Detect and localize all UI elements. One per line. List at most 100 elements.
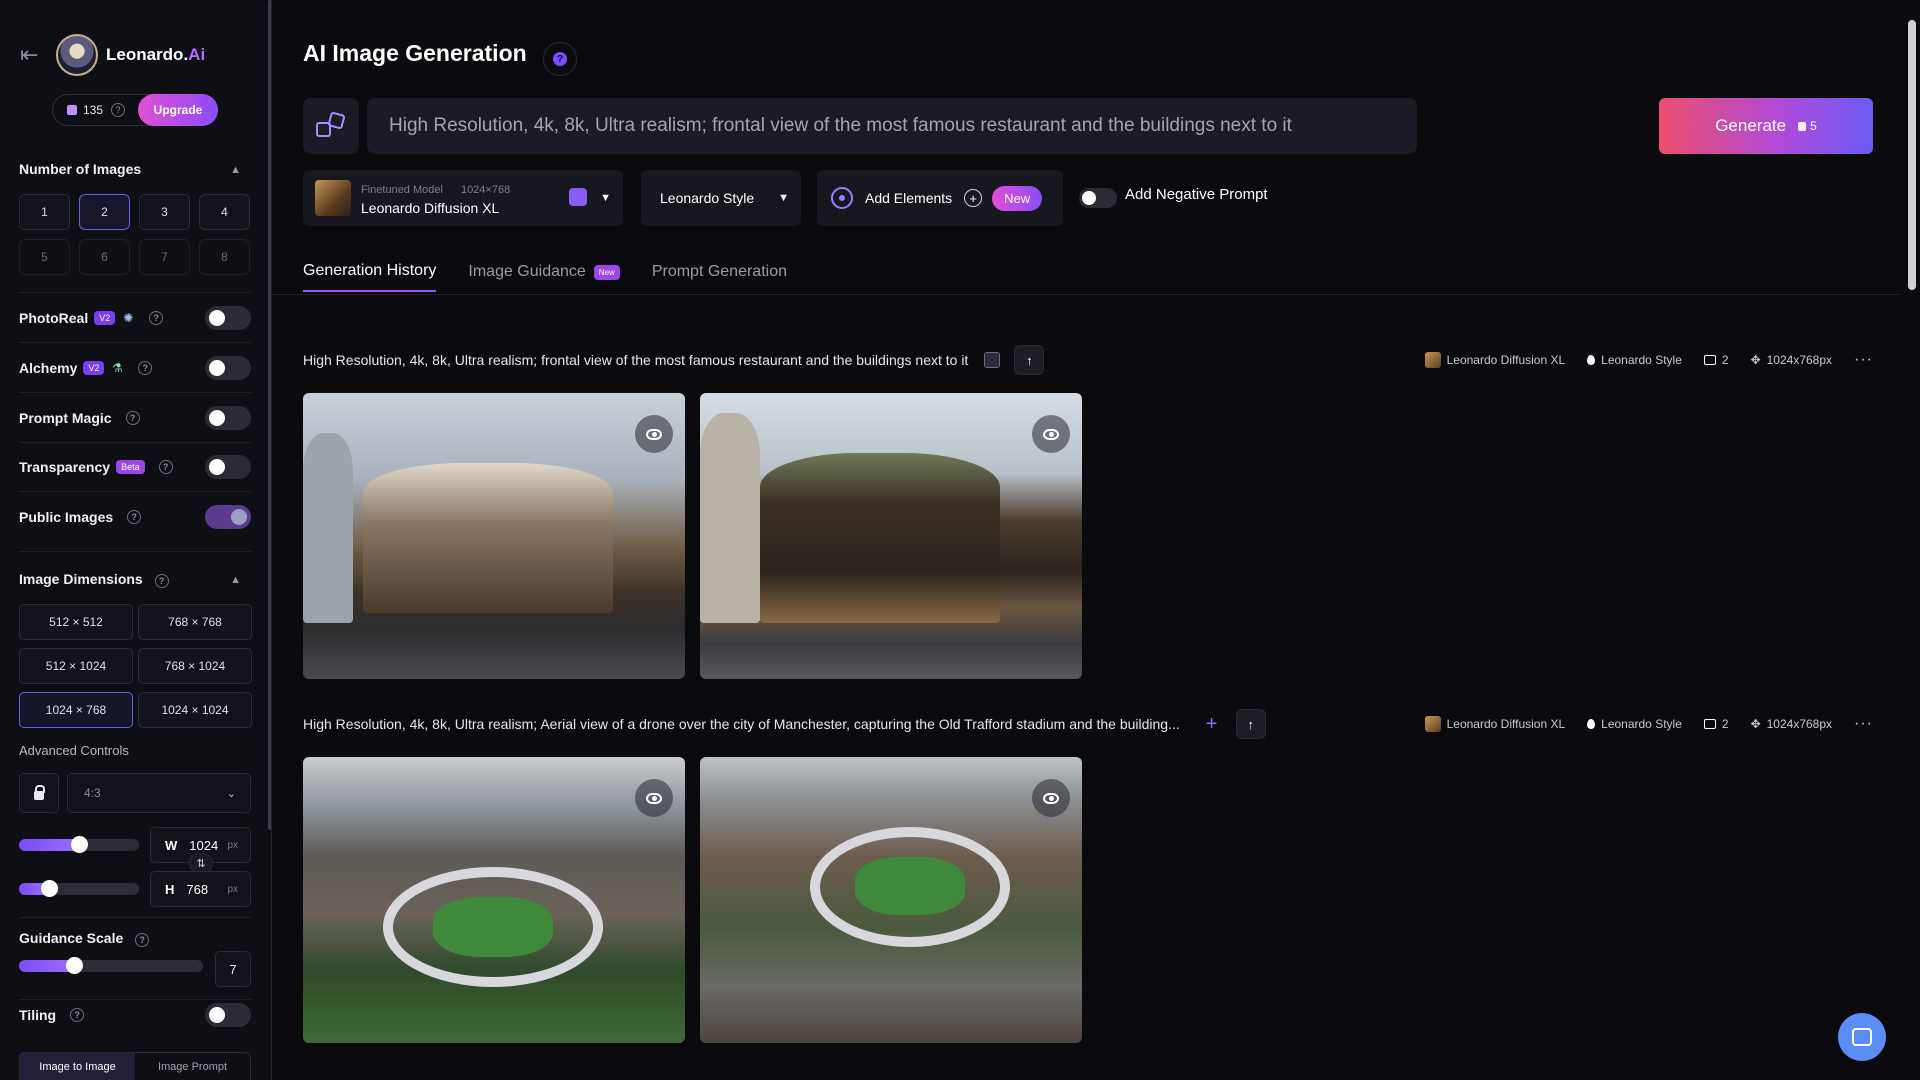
dimension-option[interactable]: 768 × 768 xyxy=(138,604,252,640)
height-slider[interactable] xyxy=(19,880,139,897)
main-tabs: Generation History Image Guidance New Pro… xyxy=(303,262,787,292)
preview-button[interactable] xyxy=(1032,415,1070,453)
chevron-up-icon[interactable]: ▲ xyxy=(230,164,241,176)
caret-down-icon: ▼ xyxy=(778,192,789,204)
dimension-option[interactable]: 512 × 1024 xyxy=(19,648,133,684)
page-title: AI Image Generation xyxy=(303,40,527,66)
generation-meta: Leonardo Diffusion XL Leonardo Style 2 ✥… xyxy=(1424,351,1873,369)
num-images-option[interactable]: 6 xyxy=(79,239,130,275)
generated-image[interactable] xyxy=(303,393,685,679)
generate-cost: 5 xyxy=(1798,119,1817,133)
alchemy-toggle[interactable] xyxy=(205,356,251,380)
prompt-input[interactable]: High Resolution, 4k, 8k, Ultra realism; … xyxy=(367,98,1417,154)
dimension-option[interactable]: 512 × 512 xyxy=(19,604,133,640)
support-chat-button[interactable] xyxy=(1838,1013,1886,1061)
more-options-icon[interactable]: ··· xyxy=(1854,715,1873,733)
help-icon[interactable]: ? xyxy=(127,510,142,524)
height-input[interactable]: H 768 px xyxy=(150,871,251,907)
plus-icon[interactable]: + xyxy=(1206,713,1222,736)
sidebar: ⇤ Leonardo.Ai 135 ? Upgrade Number of Im… xyxy=(0,0,272,1080)
photoreal-toggle[interactable] xyxy=(205,306,251,330)
dimension-option[interactable]: 1024 × 768 xyxy=(19,692,133,728)
more-options-icon[interactable]: ··· xyxy=(1854,351,1873,369)
tab-image-guidance[interactable]: Image Guidance New xyxy=(468,262,620,292)
num-images-option[interactable]: 3 xyxy=(139,194,190,230)
camera-icon: ✺ xyxy=(123,311,134,325)
restaurant-building xyxy=(363,463,613,613)
guidance-slider[interactable] xyxy=(19,957,203,974)
tab-image-to-image[interactable]: Image to Image xyxy=(20,1053,135,1080)
guidance-slider-thumb[interactable] xyxy=(66,957,84,974)
public-images-toggle[interactable] xyxy=(205,505,251,529)
token-icon xyxy=(67,105,77,115)
prompt-magic-toggle[interactable] xyxy=(205,406,251,430)
help-icon[interactable]: ? xyxy=(70,1008,85,1022)
model-details-icon[interactable] xyxy=(569,188,587,206)
dimension-option[interactable]: 1024 × 1024 xyxy=(138,692,252,728)
alchemy-row: Alchemy V2 ⚗ ? xyxy=(19,353,251,383)
reuse-prompt-button[interactable]: ↑ xyxy=(1235,709,1266,739)
collapse-sidebar-icon[interactable]: ⇤ xyxy=(20,44,46,66)
num-images-option[interactable]: 1 xyxy=(19,194,70,230)
main-scrollbar[interactable] xyxy=(1908,20,1916,290)
width-slider-thumb[interactable] xyxy=(71,836,88,853)
negative-prompt-toggle[interactable] xyxy=(1079,188,1117,208)
help-icon[interactable]: ? xyxy=(149,311,164,325)
preview-button[interactable] xyxy=(1032,779,1070,817)
brand: ⇤ Leonardo.Ai xyxy=(20,34,205,76)
num-images-option[interactable]: 4 xyxy=(199,194,250,230)
transparency-toggle[interactable] xyxy=(205,455,251,479)
version-badge: V2 xyxy=(94,311,116,325)
help-icon[interactable]: ? xyxy=(158,460,173,474)
eye-icon xyxy=(1043,428,1059,440)
height-slider-thumb[interactable] xyxy=(41,880,58,897)
dimension-grid: 512 × 512 768 × 768 512 × 1024 768 × 102… xyxy=(19,604,252,728)
tab-generation-history[interactable]: Generation History xyxy=(303,262,437,292)
preview-button[interactable] xyxy=(635,779,673,817)
divider xyxy=(19,342,251,343)
help-icon[interactable]: ? xyxy=(154,574,169,588)
generation-prompt: High Resolution, 4k, 8k, Ultra realism; … xyxy=(303,716,1180,732)
help-icon[interactable]: ? xyxy=(135,933,150,947)
model-selector[interactable]: Finetuned Model 1024×768 Leonardo Diffusi… xyxy=(303,170,623,226)
main-panel: AI Image Generation ? High Resolution, 4… xyxy=(272,0,1920,1080)
token-count: 135 xyxy=(83,103,104,117)
guidance-scale-title: Guidance Scale ? xyxy=(19,930,150,947)
random-prompt-button[interactable] xyxy=(303,98,359,154)
copy-icon[interactable] xyxy=(984,352,1001,368)
divider xyxy=(19,551,251,552)
reuse-prompt-button[interactable]: ↑ xyxy=(1014,345,1045,375)
help-button[interactable]: ? xyxy=(543,42,577,76)
restaurant-building xyxy=(760,453,1000,623)
dimension-option[interactable]: 768 × 1024 xyxy=(138,648,252,684)
upgrade-button[interactable]: Upgrade xyxy=(138,94,218,126)
aspect-lock-button[interactable] xyxy=(19,773,59,813)
chevron-up-icon[interactable]: ▲ xyxy=(230,574,241,586)
generate-button[interactable]: Generate 5 xyxy=(1659,98,1873,154)
image-count-icon xyxy=(1703,355,1716,365)
num-images-option[interactable]: 2 xyxy=(79,194,130,230)
beta-badge: Beta xyxy=(116,460,145,474)
generated-image[interactable] xyxy=(303,757,685,1043)
num-images-option[interactable]: 5 xyxy=(19,239,70,275)
help-icon[interactable]: ? xyxy=(138,361,153,375)
add-elements-button[interactable]: Add Elements + New xyxy=(817,170,1063,226)
help-icon[interactable]: ? xyxy=(125,411,140,425)
tab-prompt-generation[interactable]: Prompt Generation xyxy=(652,262,787,292)
swap-dimensions-icon[interactable]: ⇅ xyxy=(189,853,213,873)
model-resolution: 1024×768 xyxy=(460,184,511,196)
tab-image-prompt[interactable]: Image Prompt xyxy=(135,1053,250,1080)
generated-image[interactable] xyxy=(700,757,1082,1043)
style-selector[interactable]: Leonardo Style ▼ xyxy=(641,170,801,226)
generated-image[interactable] xyxy=(700,393,1082,679)
width-slider[interactable] xyxy=(19,836,139,853)
help-icon[interactable]: ? xyxy=(111,103,126,117)
generation-meta: Leonardo Diffusion XL Leonardo Style 2 ✥… xyxy=(1424,715,1873,733)
guidance-value[interactable]: 7 xyxy=(215,951,251,987)
preview-button[interactable] xyxy=(635,415,673,453)
new-badge: New xyxy=(992,185,1043,211)
aspect-ratio-select[interactable]: 4:3 ⌄ xyxy=(67,773,251,813)
tiling-toggle[interactable] xyxy=(205,1003,251,1027)
num-images-option[interactable]: 8 xyxy=(199,239,250,275)
num-images-option[interactable]: 7 xyxy=(139,239,190,275)
